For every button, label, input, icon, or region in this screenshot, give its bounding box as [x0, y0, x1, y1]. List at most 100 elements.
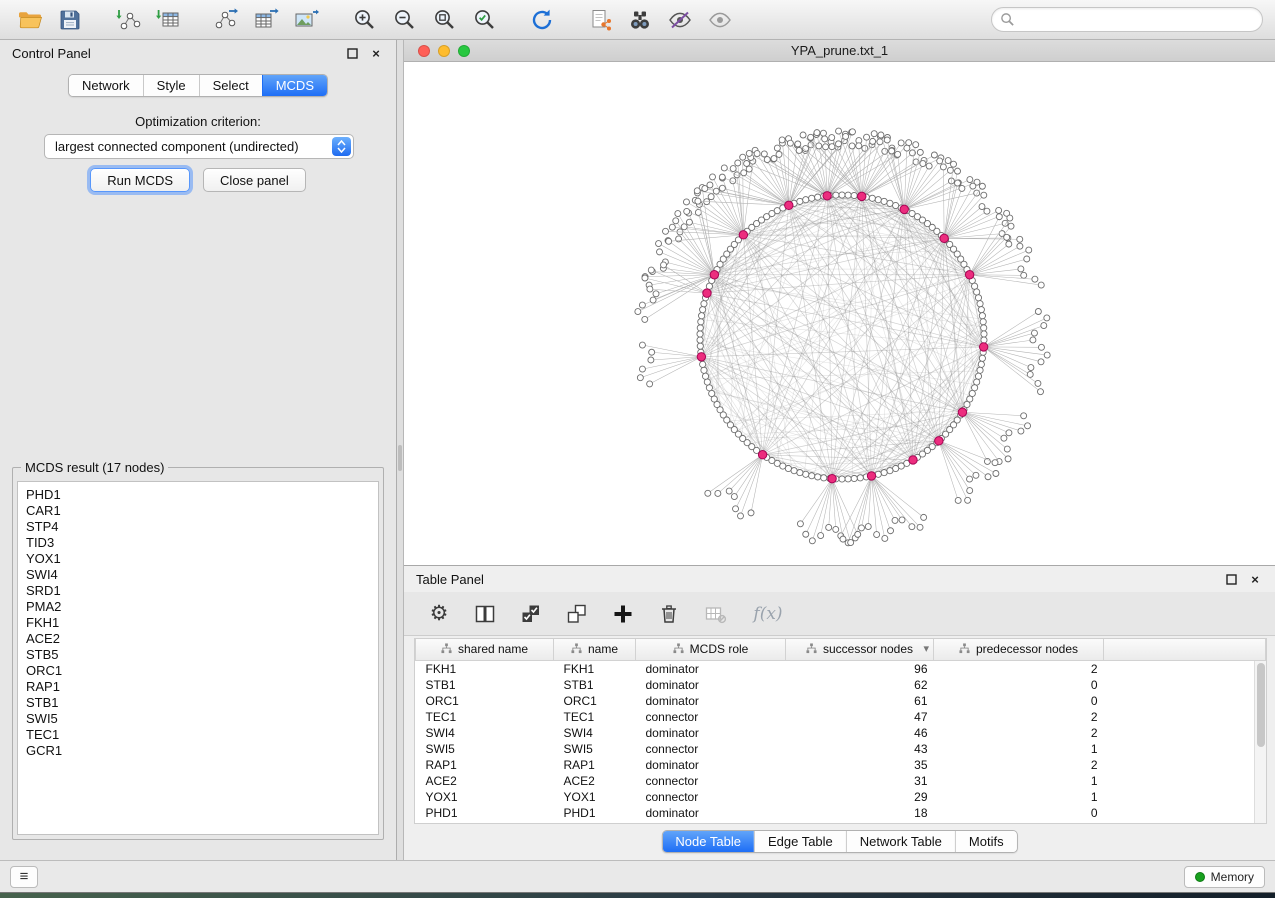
optimization-criterion-label: Optimization criterion:: [0, 114, 396, 129]
tab-style[interactable]: Style: [143, 75, 199, 96]
mcds-result-item[interactable]: TEC1: [26, 727, 370, 743]
float-panel-icon[interactable]: [344, 45, 360, 61]
mcds-result-group: MCDS result (17 nodes) PHD1CAR1STP4TID3Y…: [12, 460, 384, 840]
col-predecessor-nodes[interactable]: predecessor nodes: [934, 639, 1104, 660]
memory-button[interactable]: Memory: [1184, 866, 1265, 888]
mcds-result-item[interactable]: TID3: [26, 535, 370, 551]
tab-edge-table[interactable]: Edge Table: [754, 831, 846, 852]
col-shared-name[interactable]: shared name: [416, 639, 554, 660]
delete-column-button[interactable]: [656, 601, 682, 627]
import-table-button[interactable]: [150, 4, 186, 36]
hide-selected-button[interactable]: [662, 4, 698, 36]
tab-motifs[interactable]: Motifs: [955, 831, 1017, 852]
import-network-icon: [115, 7, 141, 33]
close-table-panel-icon[interactable]: ×: [1247, 571, 1263, 587]
select-all-rows-button[interactable]: [518, 601, 544, 627]
search-input[interactable]: [1021, 12, 1254, 27]
tab-select[interactable]: Select: [199, 75, 262, 96]
mcds-result-item[interactable]: SWI5: [26, 711, 370, 727]
node-table: shared name name MCDS role successor nod…: [415, 639, 1266, 821]
network-view: YPA_prune.txt_1: [404, 40, 1275, 565]
mcds-result-item[interactable]: SWI4: [26, 567, 370, 583]
mcds-result-item[interactable]: STP4: [26, 519, 370, 535]
mcds-result-item[interactable]: GCR1: [26, 743, 370, 759]
maximize-window-icon[interactable]: [458, 45, 470, 57]
table-row[interactable]: PHD1PHD1dominator180: [416, 805, 1266, 821]
network-canvas[interactable]: [404, 62, 1275, 565]
zoom-selected-button[interactable]: [466, 4, 502, 36]
table-row[interactable]: FKH1FKH1dominator962: [416, 660, 1266, 677]
table-row[interactable]: ACE2ACE2connector311: [416, 773, 1266, 789]
import-table-icon: [155, 7, 181, 33]
import-network-button[interactable]: [110, 4, 146, 36]
close-panel-icon[interactable]: ×: [368, 45, 384, 61]
tab-network[interactable]: Network: [69, 75, 143, 96]
zoom-in-button[interactable]: [346, 4, 382, 36]
mcds-result-item[interactable]: ACE2: [26, 631, 370, 647]
export-network-button[interactable]: [208, 4, 244, 36]
close-panel-button[interactable]: Close panel: [203, 168, 306, 192]
mcds-result-item[interactable]: CAR1: [26, 503, 370, 519]
show-all-button[interactable]: [702, 4, 738, 36]
table-scrollbar-thumb[interactable]: [1257, 663, 1265, 747]
table-row[interactable]: YOX1YOX1connector291: [416, 789, 1266, 805]
add-column-button[interactable]: [610, 601, 636, 627]
save-session-button[interactable]: [52, 4, 88, 36]
table-tabs: Node Table Edge Table Network Table Moti…: [661, 830, 1017, 853]
v-splitter[interactable]: [397, 40, 404, 860]
eye-icon: [707, 7, 733, 33]
close-window-icon[interactable]: [418, 45, 430, 57]
minimize-window-icon[interactable]: [438, 45, 450, 57]
mcds-result-item[interactable]: RAP1: [26, 679, 370, 695]
network-graph[interactable]: [404, 62, 1275, 565]
menu-icon: ≡: [20, 868, 29, 885]
criterion-select[interactable]: largest connected component (undirected): [44, 134, 354, 159]
col-mcds-role[interactable]: MCDS role: [636, 639, 786, 660]
table-row[interactable]: RAP1RAP1dominator352: [416, 757, 1266, 773]
mcds-result-item[interactable]: PMA2: [26, 599, 370, 615]
table-row[interactable]: TEC1TEC1connector472: [416, 709, 1266, 725]
table-row[interactable]: ORC1ORC1dominator610: [416, 693, 1266, 709]
mcds-result-item[interactable]: SRD1: [26, 583, 370, 599]
tab-network-table[interactable]: Network Table: [846, 831, 955, 852]
export-table-icon: [253, 7, 279, 33]
mcds-result-list[interactable]: PHD1CAR1STP4TID3YOX1SWI4SRD1PMA2FKH1ACE2…: [17, 481, 379, 835]
control-panel-tabs: Network Style Select MCDS: [0, 74, 396, 97]
col-name[interactable]: name: [554, 639, 636, 660]
table-panel-title: Table Panel: [416, 572, 484, 587]
mcds-result-item[interactable]: ORC1: [26, 663, 370, 679]
deselect-all-rows-button[interactable]: [564, 601, 590, 627]
zoom-out-icon: [392, 7, 417, 32]
zoom-selected-icon: [472, 7, 497, 32]
zoom-out-button[interactable]: [386, 4, 422, 36]
table-row[interactable]: SWI4SWI4dominator462: [416, 725, 1266, 741]
chevron-down-icon[interactable]: ▾: [923, 642, 929, 655]
tab-node-table[interactable]: Node Table: [662, 831, 754, 852]
mcds-result-item[interactable]: PHD1: [26, 487, 370, 503]
plus-icon: [613, 604, 633, 624]
run-mcds-button[interactable]: Run MCDS: [90, 168, 190, 192]
table-scrollbar[interactable]: [1254, 661, 1266, 823]
zoom-fit-icon: [432, 7, 457, 32]
splitter-grip[interactable]: [398, 445, 402, 471]
mcds-result-item[interactable]: FKH1: [26, 615, 370, 631]
float-table-panel-icon[interactable]: [1223, 571, 1239, 587]
table-row[interactable]: STB1STB1dominator620: [416, 677, 1266, 693]
mcds-result-item[interactable]: YOX1: [26, 551, 370, 567]
export-image-button[interactable]: [288, 4, 324, 36]
open-session-button[interactable]: [12, 4, 48, 36]
search-box: [991, 7, 1263, 32]
mcds-result-item[interactable]: STB5: [26, 647, 370, 663]
tab-mcds[interactable]: MCDS: [262, 75, 327, 96]
table-settings-button[interactable]: ⚙: [426, 601, 452, 627]
table-row[interactable]: SWI5SWI5connector431: [416, 741, 1266, 757]
show-columns-button[interactable]: [472, 601, 498, 627]
export-table-button[interactable]: [248, 4, 284, 36]
col-successor-nodes[interactable]: successor nodes▾: [786, 639, 934, 660]
mcds-result-item[interactable]: STB1: [26, 695, 370, 711]
task-history-button[interactable]: ≡: [10, 866, 38, 888]
network-from-selection-button[interactable]: [582, 4, 618, 36]
find-button[interactable]: [622, 4, 658, 36]
apply-layout-button[interactable]: [524, 4, 560, 36]
zoom-fit-button[interactable]: [426, 4, 462, 36]
